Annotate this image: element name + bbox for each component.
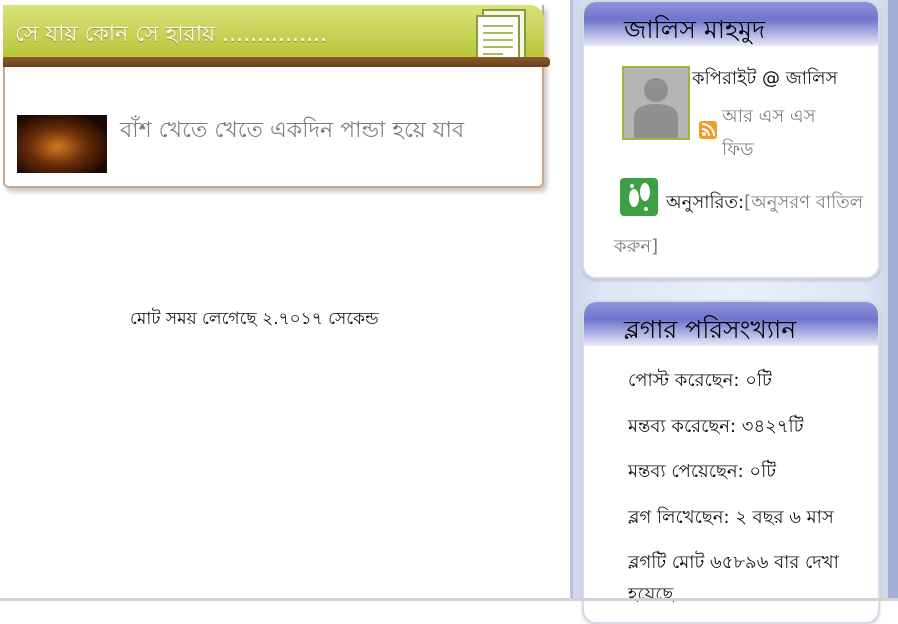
copyright-text: কপিরাইট @ জালিস (692, 68, 838, 89)
stat-views: ব্লগটি মোট ৬৫৮৯৬ বার দেখা (628, 552, 839, 573)
post-box-title: সে যায় কোন সে হারায় ............... (15, 22, 328, 47)
follow-status: অনুসারিত:[অনুসরণ বাতিল করুন] (614, 181, 866, 269)
follow-label: অনুসারিত: (666, 192, 745, 213)
post-link[interactable]: বাঁশ খেতে খেতে একদিন পান্ডা হয়ে যাব (120, 113, 464, 150)
avatar[interactable] (622, 66, 690, 140)
main-content: সে যায় কোন সে হারায় ............... বা… (0, 0, 568, 601)
post-thumbnail[interactable] (17, 115, 107, 173)
scrollbar[interactable] (888, 0, 898, 601)
post-box: সে যায় কোন সে হারায় ............... বা… (3, 5, 550, 188)
stat-comments-made: মন্তব্য করেছেন: ৩৪২৭টি (628, 416, 804, 437)
blogger-name[interactable]: জালিস মাহমুদ (624, 10, 765, 53)
stat-views-continued: হয়েছে (628, 584, 674, 605)
stats-title: ব্লগার পরিসংখ্যান (624, 315, 797, 344)
profile-widget: জালিস মাহমুদ কপিরাইট @ জালিস আর এস এস ফি… (582, 0, 880, 279)
blogger-stats-widget: ব্লগার পরিসংখ্যান পোস্ট করেছেন: ০টি মন্ত… (582, 300, 880, 624)
document-icon (476, 9, 526, 61)
post-box-header: সে যায় কোন সে হারায় ............... (3, 5, 550, 67)
rss-icon[interactable] (699, 121, 717, 139)
stat-blogging-since: ব্লগ লিখেছেন: ২ বছর ৬ মাস (628, 507, 834, 528)
rss-feed-link[interactable]: আর এস এস ফিড (722, 100, 852, 166)
stat-comments-received: মন্তব্য পেয়েছেন: ০টি (628, 461, 777, 482)
sidebar: জালিস মাহমুদ কপিরাইট @ জালিস আর এস এস ফি… (570, 0, 898, 624)
stat-posts: পোস্ট করেছেন: ০টি (628, 370, 772, 391)
page-load-time: মোট সময় লেগেছে ২.৭০১৭ সেকেন্ড (130, 309, 379, 329)
